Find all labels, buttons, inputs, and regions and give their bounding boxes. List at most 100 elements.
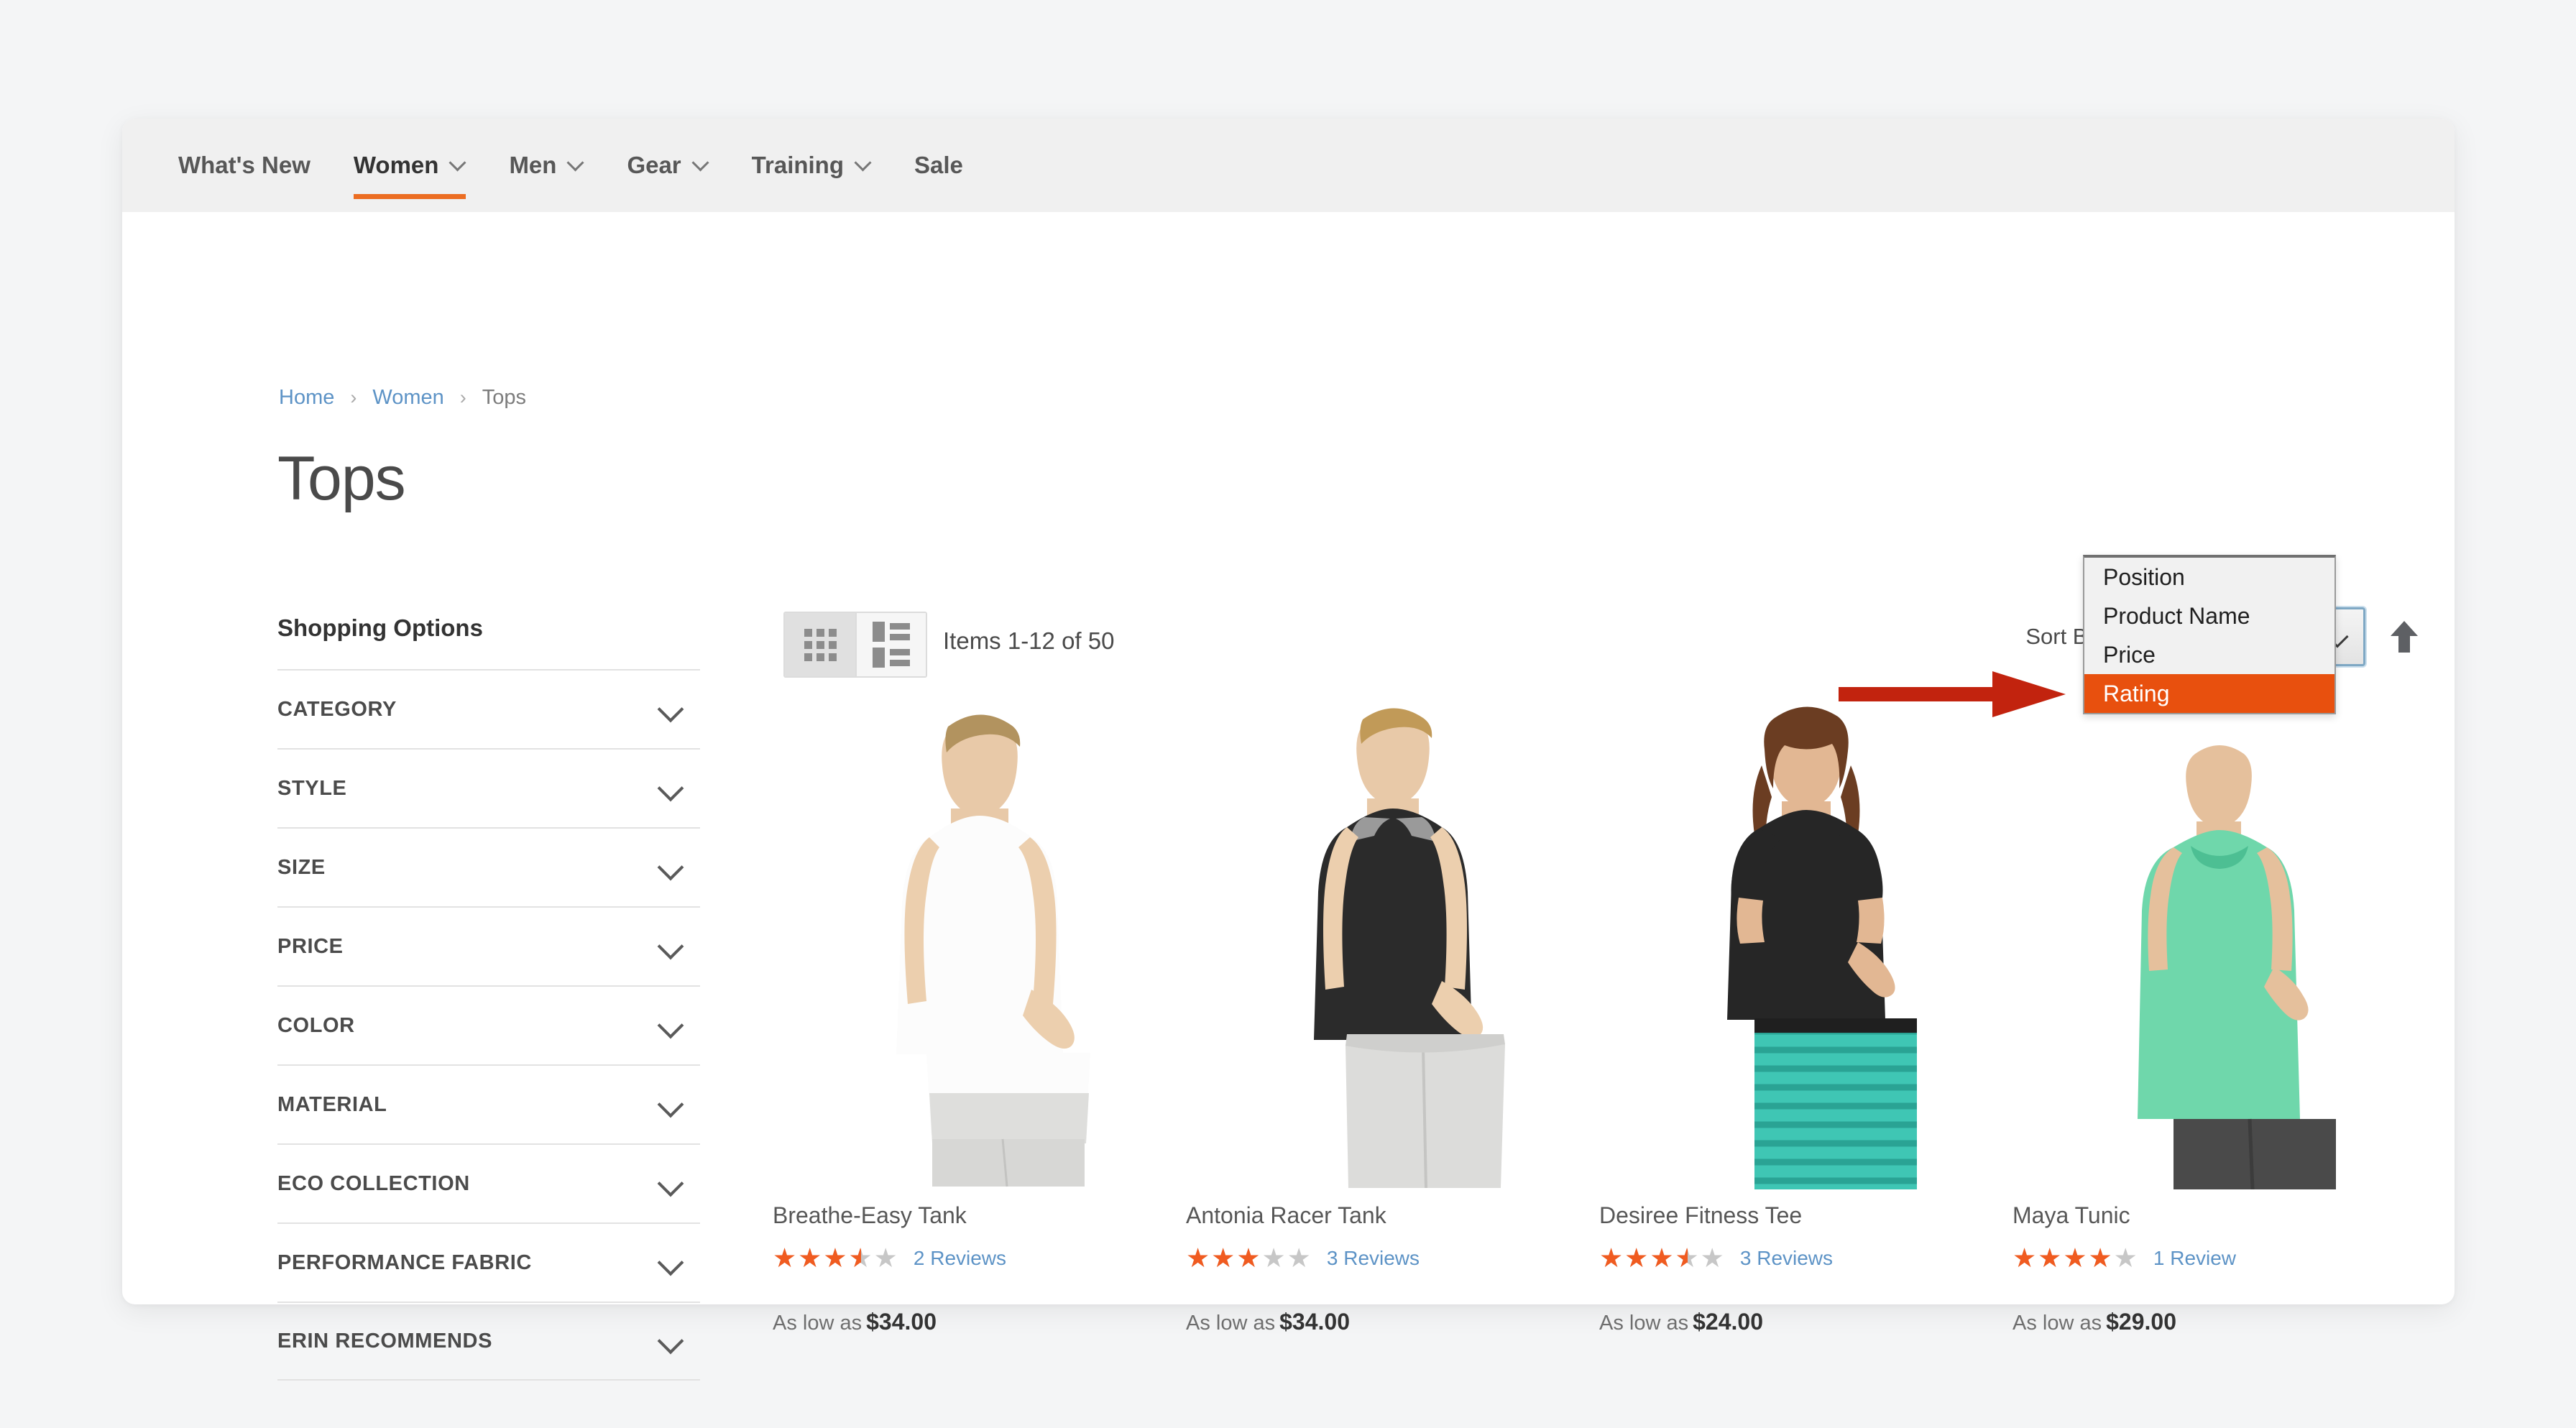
nav-item-whats-new[interactable]: What's New: [157, 119, 332, 212]
nav-item-women[interactable]: Women: [332, 119, 488, 212]
nav-item-label: What's New: [178, 152, 310, 178]
breadcrumb-home[interactable]: Home: [279, 386, 334, 410]
product-card[interactable]: Maya Tunic ★★★★★ ★★★★★ 1 Review As low a…: [2012, 694, 2426, 1335]
product-image[interactable]: [2012, 694, 2426, 1189]
chevron-down-icon: [658, 697, 683, 722]
price-amount: $34.00: [866, 1309, 937, 1335]
sidebar-filter-material[interactable]: MATERIAL: [277, 1064, 700, 1143]
sort-option-rating[interactable]: Rating: [2084, 674, 2334, 713]
price-amount: $24.00: [1693, 1309, 1763, 1335]
nav-item-label: Sale: [914, 152, 963, 178]
shopping-options-sidebar: Shopping Options CATEGORY STYLE SIZE PRI…: [277, 614, 700, 1381]
sidebar-filter-style[interactable]: STYLE: [277, 748, 700, 827]
chevron-down-icon: [658, 855, 683, 880]
sidebar-filter-price[interactable]: PRICE: [277, 906, 700, 985]
sidebar-filter-performance-fabric[interactable]: PERFORMANCE FABRIC: [277, 1222, 700, 1302]
product-image[interactable]: [1599, 694, 2012, 1189]
filter-label: ECO COLLECTION: [277, 1171, 470, 1195]
product-image[interactable]: [773, 694, 1186, 1189]
sort-option-position[interactable]: Position: [2084, 558, 2334, 596]
star-rating-icon: ★★★★★ ★★★★★: [2012, 1243, 2139, 1273]
product-price: As low as $34.00: [1186, 1309, 1599, 1335]
star-rating-fill: ★★★★★: [1599, 1245, 1688, 1271]
review-count-link[interactable]: 1 Review: [2153, 1247, 2236, 1270]
filter-label: ERIN RECOMMENDS: [277, 1329, 493, 1353]
breadcrumb-separator: ›: [350, 387, 357, 408]
review-count-label: Reviews: [1757, 1246, 1834, 1269]
price-prefix: As low as: [1599, 1312, 1689, 1335]
chevron-down-icon: [658, 1250, 683, 1275]
chevron-down-icon: [693, 155, 709, 171]
chevron-down-icon: [658, 776, 683, 801]
review-count-link[interactable]: 3 Reviews: [1740, 1247, 1833, 1270]
review-count-number: 3: [1326, 1246, 1338, 1269]
sort-direction-ascending-icon[interactable]: [2388, 619, 2420, 655]
sort-option-label: Price: [2103, 641, 2156, 668]
breadcrumb-women[interactable]: Women: [372, 386, 443, 410]
items-count-label: Items 1-12 of 50: [943, 627, 1115, 654]
review-count-label: Reviews: [1343, 1246, 1420, 1269]
price-prefix: As low as: [773, 1312, 862, 1335]
grid-view-icon: [804, 628, 837, 661]
breadcrumb: Home › Women › Tops: [279, 386, 526, 410]
chevron-down-icon: [658, 1092, 683, 1117]
filter-label: STYLE: [277, 776, 347, 800]
sidebar-filter-size[interactable]: SIZE: [277, 827, 700, 906]
product-card[interactable]: Antonia Racer Tank ★★★★★ ★★★★★ 3 Reviews…: [1186, 694, 1599, 1335]
review-count-number: 1: [2153, 1246, 2165, 1269]
review-count-link[interactable]: 2 Reviews: [914, 1247, 1006, 1270]
product-name[interactable]: Maya Tunic: [2012, 1202, 2426, 1229]
sort-option-price[interactable]: Price: [2084, 635, 2334, 674]
chevron-down-icon: [658, 1013, 683, 1038]
page-title: Tops: [277, 444, 406, 513]
product-rating: ★★★★★ ★★★★★ 3 Reviews: [1186, 1245, 1599, 1271]
price-amount: $29.00: [2106, 1309, 2176, 1335]
product-grid: Breathe-Easy Tank ★★★★★ ★★★★★ 2 Reviews …: [773, 694, 2426, 1335]
star-rating-fill: ★★★★★: [1186, 1245, 1262, 1271]
sidebar-filter-eco-collection[interactable]: ECO COLLECTION: [277, 1143, 700, 1222]
sidebar-filter-erin-recommends[interactable]: ERIN RECOMMENDS: [277, 1302, 700, 1381]
sidebar-filter-color[interactable]: COLOR: [277, 985, 700, 1064]
sort-option-product-name[interactable]: Product Name: [2084, 596, 2334, 635]
view-mode-grid-button[interactable]: [785, 613, 855, 676]
nav-item-men[interactable]: Men: [487, 119, 605, 212]
chevron-down-icon: [450, 155, 466, 171]
filter-label: PRICE: [277, 934, 344, 958]
main-navigation: What's New Women Men Gear Training Sale: [122, 119, 2455, 212]
product-name[interactable]: Desiree Fitness Tee: [1599, 1202, 2012, 1229]
sidebar-filter-category[interactable]: CATEGORY: [277, 669, 700, 748]
review-count-label: Reviews: [930, 1246, 1007, 1269]
nav-item-label: Training: [751, 152, 844, 178]
product-card[interactable]: Breathe-Easy Tank ★★★★★ ★★★★★ 2 Reviews …: [773, 694, 1186, 1335]
breadcrumb-separator: ›: [459, 387, 466, 408]
review-count-label: Review: [2170, 1246, 2237, 1269]
star-rating-icon: ★★★★★ ★★★★★: [1186, 1243, 1312, 1273]
filter-label: SIZE: [277, 855, 326, 879]
nav-item-sale[interactable]: Sale: [893, 119, 985, 212]
nav-item-gear[interactable]: Gear: [605, 119, 730, 212]
review-count-number: 3: [1739, 1246, 1752, 1269]
product-rating: ★★★★★ ★★★★★ 2 Reviews: [773, 1245, 1186, 1271]
filter-label: PERFORMANCE FABRIC: [277, 1250, 532, 1274]
sort-option-label: Position: [2103, 563, 2185, 590]
filter-label: MATERIAL: [277, 1092, 387, 1116]
product-image[interactable]: [1186, 694, 1599, 1189]
product-card[interactable]: Desiree Fitness Tee ★★★★★ ★★★★★ 3 Review…: [1599, 694, 2012, 1335]
view-mode-switcher: [783, 612, 927, 678]
sort-option-label: Rating: [2103, 680, 2170, 706]
nav-item-training[interactable]: Training: [730, 119, 893, 212]
product-rating: ★★★★★ ★★★★★ 1 Review: [2012, 1245, 2426, 1271]
nav-item-label: Men: [509, 152, 557, 178]
review-count-link[interactable]: 3 Reviews: [1327, 1247, 1420, 1270]
list-view-icon: [873, 622, 910, 668]
chevron-down-icon: [568, 155, 584, 171]
star-rating-icon: ★★★★★ ★★★★★: [1599, 1243, 1726, 1273]
sidebar-title: Shopping Options: [277, 614, 483, 641]
star-rating-fill: ★★★★★: [773, 1245, 861, 1271]
breadcrumb-current: Tops: [482, 386, 527, 409]
price-amount: $34.00: [1279, 1309, 1350, 1335]
view-mode-list-button[interactable]: [855, 613, 926, 676]
product-name[interactable]: Breathe-Easy Tank: [773, 1202, 1186, 1229]
star-rating-icon: ★★★★★ ★★★★★: [773, 1243, 899, 1273]
product-name[interactable]: Antonia Racer Tank: [1186, 1202, 1599, 1229]
